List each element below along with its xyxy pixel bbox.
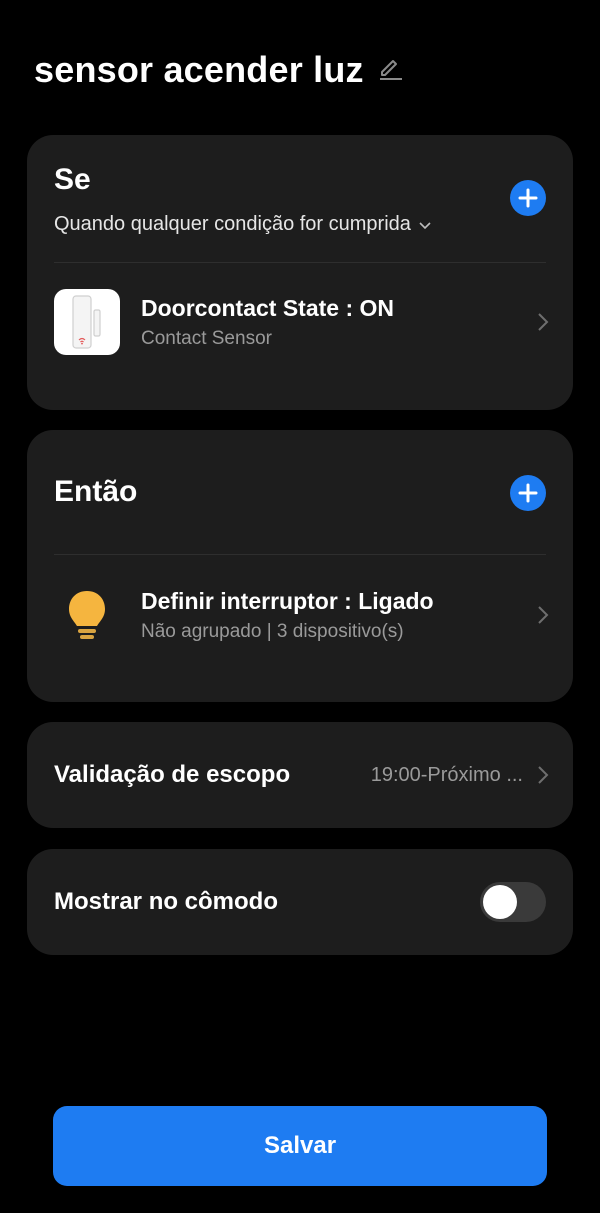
chevron-right-icon [533,765,553,785]
scope-card[interactable]: Validação de escopo 19:00-Próximo ... [27,722,573,828]
toggle-knob [483,885,517,919]
action-item-text: Definir interruptor : Ligado Não agrupad… [141,586,533,644]
condition-item-subtitle: Contact Sensor [141,328,272,349]
contact-sensor-icon [54,289,120,355]
condition-item-title: Doorcontact State : ON [141,295,395,321]
lightbulb-icon [54,582,120,648]
chevron-right-icon [533,312,553,332]
then-card: Então Definir interruptor : Ligado Não a… [27,430,573,702]
condition-item[interactable]: Doorcontact State : ON Contact Sensor [54,287,553,357]
condition-mode-dropdown[interactable]: Quando qualquer condição for cumprida [54,213,431,236]
chevron-right-icon [533,605,553,625]
then-section-title: Então [54,475,138,508]
show-in-room-label: Mostrar no cômodo [54,888,279,915]
pencil-icon[interactable] [376,53,404,81]
show-in-room-toggle[interactable] [480,882,546,922]
divider [54,262,546,263]
add-condition-button[interactable] [510,180,546,216]
condition-mode-label: Quando qualquer condição for cumprida [54,213,411,235]
divider [54,554,546,555]
action-item-title: Definir interruptor : Ligado [141,588,434,614]
plus-icon [517,482,539,504]
add-action-button[interactable] [510,475,546,511]
action-item-subtitle: Não agrupado | 3 dispositivo(s) [141,621,404,642]
scope-value-row[interactable]: 19:00-Próximo ... [371,722,553,828]
condition-item-text: Doorcontact State : ON Contact Sensor [141,293,533,351]
scope-label: Validação de escopo [54,761,291,788]
automation-editor-page: sensor acender luz Se Quando qualquer co… [0,0,600,1213]
scope-value: 19:00-Próximo ... [370,763,523,786]
show-in-room-card: Mostrar no cômodo [27,849,573,955]
if-section-title: Se [54,163,91,196]
if-card: Se Quando qualquer condição for cumprida [27,135,573,410]
plus-icon [517,187,539,209]
chevron-down-icon [419,221,431,230]
save-button[interactable]: Salvar [53,1106,547,1186]
action-item[interactable]: Definir interruptor : Ligado Não agrupad… [54,580,553,650]
page-title: sensor acender luz [34,49,364,90]
title-row: sensor acender luz [34,44,404,96]
